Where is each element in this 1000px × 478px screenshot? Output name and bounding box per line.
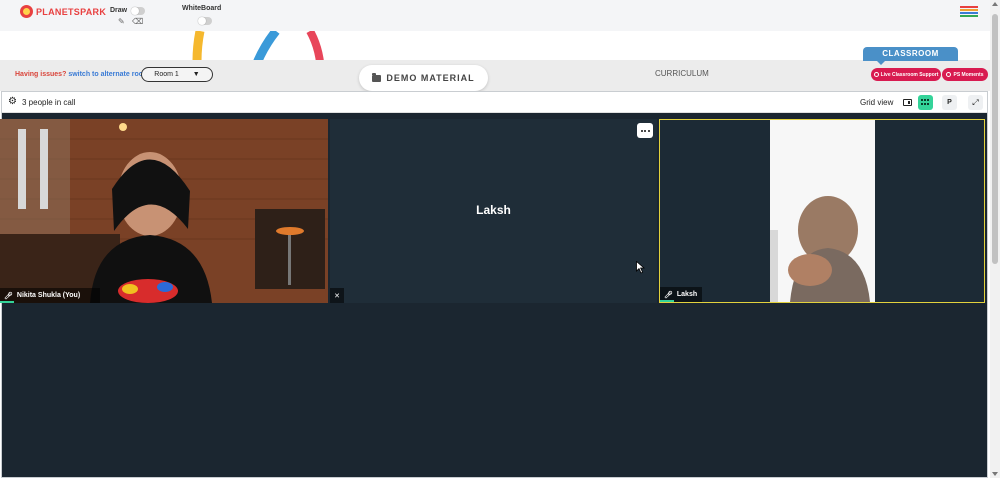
audio-level-bar — [0, 301, 14, 303]
live-support-label: Live Classroom Support — [880, 71, 939, 78]
eraser-icon[interactable]: ⌫ — [132, 17, 143, 26]
participant-video — [660, 120, 984, 302]
support-icon — [873, 72, 879, 77]
room-select-value: Room 1 — [154, 71, 179, 78]
grid-view-icon — [921, 98, 930, 107]
participant-tile-laksh-audio[interactable]: Laksh ✕ — [330, 119, 657, 303]
presenter-button[interactable]: P — [942, 95, 957, 110]
hamburger-menu-icon[interactable] — [960, 6, 978, 17]
draw-toggle[interactable] — [131, 7, 145, 15]
logo-text: PLANETSPARK — [36, 6, 107, 17]
planetspark-logo[interactable]: PLANETSPARK — [20, 5, 106, 18]
demo-material-label: DEMO MATERIAL — [386, 73, 475, 83]
call-header: ⚙ 3 people in call Grid view P ⤢ — [2, 92, 987, 113]
issue-prefix: Having issues? — [15, 71, 67, 78]
mic-icon: 🎤︎ — [4, 292, 13, 300]
demo-material-button[interactable]: DEMO MATERIAL — [359, 65, 488, 91]
mic-muted-icon: ✕ — [330, 288, 344, 303]
grid-view-label: Grid view — [860, 98, 894, 107]
participant-tile-laksh-video[interactable]: 🎤︎ Laksh — [659, 119, 985, 303]
curriculum-tab[interactable]: CURRICULUM — [655, 69, 709, 78]
participant-name: Nikita Shukla (You) — [16, 292, 81, 299]
tile-name-bar: 🎤︎ Nikita Shukla (You) — [0, 288, 100, 303]
caret-down-icon: ▼ — [192, 71, 200, 78]
expand-icon[interactable]: ⤢ — [968, 95, 983, 110]
live-classroom-support-button[interactable]: Live Classroom Support — [871, 68, 941, 81]
participant-video — [0, 119, 328, 303]
audio-level-bar — [660, 300, 674, 302]
top-bar: PLANETSPARK Draw ✎ ⌫ WhiteBoard — [0, 0, 990, 31]
mic-icon: 🎤︎ — [664, 291, 673, 299]
scroll-thumb[interactable] — [992, 14, 998, 264]
participant-name-center: Laksh — [476, 203, 511, 217]
scroll-up-icon[interactable] — [992, 2, 998, 6]
folder-icon — [372, 72, 382, 82]
participant-tile-you[interactable]: 🎤︎ Nikita Shukla (You) — [0, 119, 328, 303]
gear-icon[interactable]: ⚙ — [8, 97, 17, 107]
whiteboard-label: WhiteBoard — [182, 5, 222, 12]
more-options-icon[interactable] — [637, 123, 653, 138]
participant-name: Laksh — [676, 291, 698, 298]
scroll-down-icon[interactable] — [992, 472, 998, 476]
mouse-cursor-icon — [636, 261, 645, 274]
ps-moments-label: PS Moments — [953, 71, 984, 78]
sidebar-view-icon — [903, 99, 912, 106]
app-root: PLANETSPARK Draw ✎ ⌫ WhiteBoard Having i… — [0, 0, 1000, 478]
moments-icon — [946, 72, 952, 77]
pencil-icon[interactable]: ✎ — [118, 17, 125, 26]
people-count: 3 people in call — [22, 98, 76, 107]
whiteboard-toggle[interactable] — [198, 17, 212, 25]
sidebar-view-button[interactable] — [900, 95, 915, 110]
page-scrollbar[interactable] — [990, 0, 1000, 478]
issue-message: Having issues? switch to alternate room — [15, 71, 149, 78]
room-select[interactable]: Room 1 ▼ — [141, 67, 213, 82]
logo-mark-icon — [20, 5, 33, 18]
switch-room-link[interactable]: switch to alternate room — [68, 71, 149, 78]
grid-view-button[interactable] — [918, 95, 933, 110]
ps-moments-button[interactable]: PS Moments — [942, 68, 988, 81]
classroom-tab[interactable]: CLASSROOM — [863, 47, 958, 65]
draw-label: Draw — [110, 7, 128, 14]
